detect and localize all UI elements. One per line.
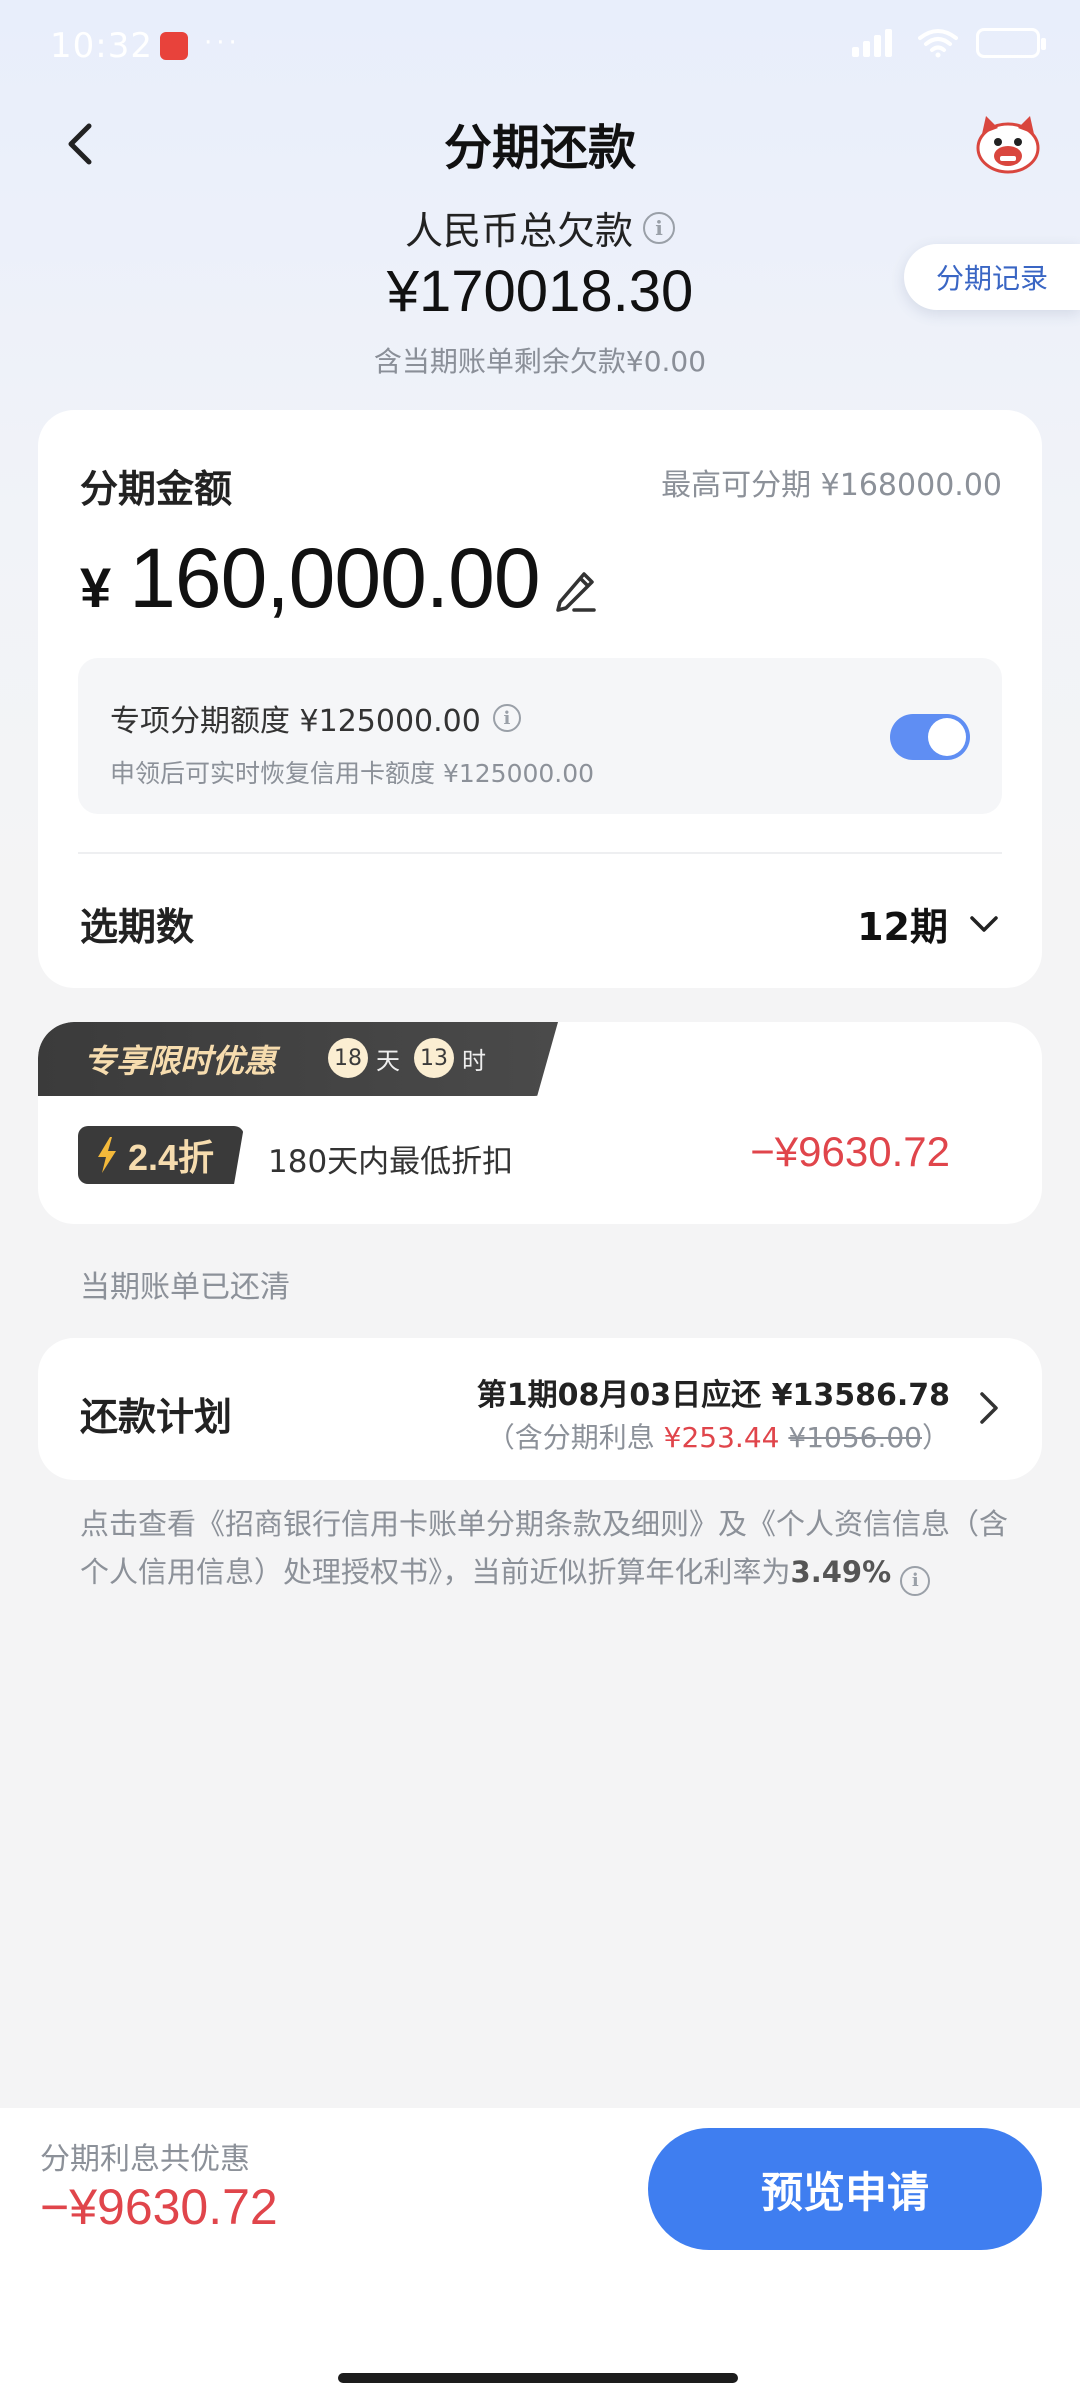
quota-title-row: 专项分期额度 ¥125000.00 i bbox=[110, 696, 521, 740]
info-icon[interactable]: i bbox=[643, 211, 675, 244]
discount-badge: 2.4折 bbox=[78, 1126, 245, 1184]
plan-label: 还款计划 bbox=[80, 1395, 233, 1439]
special-quota-toggle[interactable] bbox=[890, 714, 970, 760]
signal-icon bbox=[852, 29, 900, 57]
discount-amount: −¥9630.72 bbox=[750, 1128, 950, 1175]
countdown-days-unit: 天 bbox=[376, 1046, 400, 1075]
interest-amount: ¥253.44 bbox=[663, 1421, 780, 1454]
total-debt-label: 人民币总欠款 bbox=[404, 209, 633, 253]
amount-title: 分期金额 bbox=[80, 467, 233, 511]
interest-detail: （含分期利息 ¥253.44 ¥1056.00） bbox=[487, 1416, 950, 1456]
mascot-assistant-icon[interactable] bbox=[974, 112, 1042, 176]
chevron-right-icon bbox=[980, 1392, 998, 1424]
savings-value: −¥9630.72 bbox=[40, 2179, 278, 2235]
discount-rate: 2.4折 bbox=[128, 1137, 215, 1178]
preview-apply-button[interactable]: 预览申请 bbox=[648, 2128, 1042, 2250]
countdown-hours: 13 bbox=[414, 1038, 454, 1078]
promo-countdown: 18 天 13 时 bbox=[328, 1038, 492, 1078]
status-bar: 10:32 ··· bbox=[0, 0, 1080, 92]
max-installment-label: 最高可分期 ¥168000.00 bbox=[661, 468, 1002, 503]
battery-icon bbox=[976, 28, 1046, 58]
installment-amount-card: 分期金额 最高可分期 ¥168000.00 ¥ 160,000.00 专项分期额… bbox=[38, 410, 1042, 988]
current-bill-remaining: 含当期账单剩余欠款¥0.00 bbox=[373, 345, 707, 378]
more-notifications-icon: ··· bbox=[204, 28, 241, 58]
amount-value-row: ¥ 160,000.00 bbox=[80, 530, 541, 627]
home-indicator[interactable] bbox=[338, 2373, 738, 2383]
info-icon[interactable]: i bbox=[492, 704, 521, 732]
special-quota-box: 专项分期额度 ¥125000.00 i 申领后可实时恢复信用卡额度 ¥12500… bbox=[78, 658, 1002, 814]
savings-label: 分期利息共优惠 bbox=[40, 2142, 250, 2177]
chevron-down-icon bbox=[970, 915, 998, 932]
promo-title: 专享限时优惠 bbox=[84, 1042, 277, 1080]
divider bbox=[78, 852, 1002, 854]
repayment-plan-card[interactable]: 还款计划 第1期08月03日应还 ¥13586.78 （含分期利息 ¥253.4… bbox=[38, 1338, 1042, 1480]
status-icons bbox=[852, 28, 1046, 58]
wifi-icon bbox=[918, 29, 958, 58]
lightning-bolt-icon bbox=[98, 1137, 116, 1173]
interest-suffix: ） bbox=[921, 1421, 950, 1454]
countdown-days: 18 bbox=[328, 1038, 368, 1078]
terms-text[interactable]: 点击查看《招商银行信用卡账单分期条款及细则》及《个人资信信息（含个人信用信息）处… bbox=[80, 1500, 1020, 1596]
app-notification-icon bbox=[160, 32, 188, 60]
original-interest: ¥1056.00 bbox=[788, 1421, 922, 1454]
status-time: 10:32 bbox=[50, 26, 153, 66]
period-selector[interactable]: 12期 bbox=[857, 896, 1000, 951]
page-title: 分期还款 bbox=[443, 120, 636, 176]
bill-cleared-status: 当期账单已还清 bbox=[80, 1270, 290, 1305]
first-payment-due: 第1期08月03日应还 ¥13586.78 bbox=[476, 1378, 950, 1413]
bottom-action-bar: 分期利息共优惠 −¥9630.72 预览申请 bbox=[0, 2108, 1080, 2400]
info-icon[interactable]: i bbox=[900, 1566, 931, 1596]
promo-card: 专享限时优惠 18 天 13 时 2.4折 180天内最低折扣 −¥9630.7… bbox=[38, 1022, 1042, 1224]
period-label: 选期数 bbox=[80, 905, 195, 949]
interest-prefix: （含分期利息 bbox=[486, 1421, 664, 1454]
special-quota-title: 专项分期额度 ¥125000.00 bbox=[110, 704, 481, 739]
special-quota-desc: 申领后可实时恢复信用卡额度 ¥125000.00 bbox=[110, 759, 595, 788]
edit-pencil-icon[interactable] bbox=[548, 562, 604, 618]
countdown-hours-unit: 时 bbox=[462, 1046, 486, 1075]
annual-rate: 3.49% bbox=[790, 1555, 892, 1589]
installment-records-button[interactable]: 分期记录 bbox=[904, 244, 1080, 310]
period-value: 12期 bbox=[857, 905, 948, 949]
currency-symbol: ¥ bbox=[80, 556, 112, 619]
toggle-knob bbox=[928, 718, 966, 756]
discount-desc: 180天内最低折扣 bbox=[268, 1144, 514, 1180]
total-debt-label-row: 人民币总欠款 i bbox=[0, 200, 1080, 255]
installment-amount: 160,000.00 bbox=[129, 531, 540, 625]
